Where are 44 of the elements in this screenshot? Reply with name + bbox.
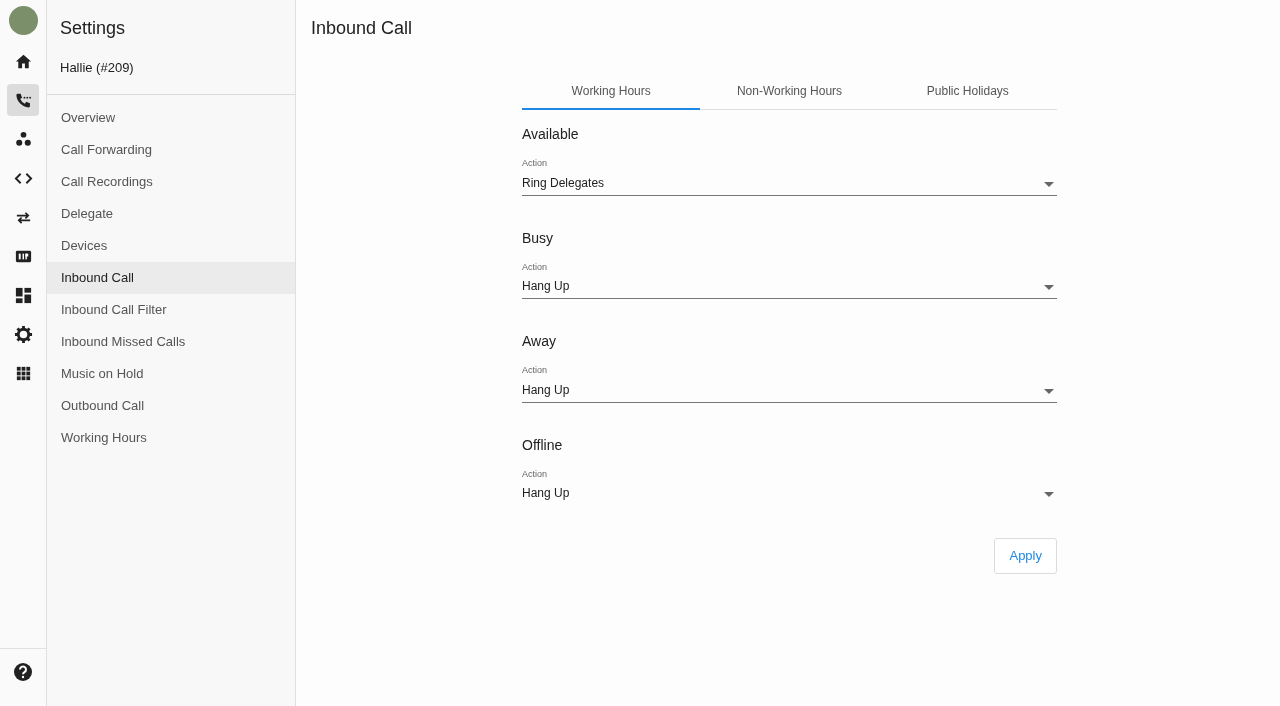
avatar[interactable] [8,6,38,35]
action-select[interactable]: Action Hang Up [522,467,1057,506]
field-value: Hang Up [522,381,570,399]
sidebar-item[interactable]: Inbound Call [47,261,295,294]
field-value: Ring Delegates [522,174,605,192]
sidebar-item[interactable]: Inbound Call Filter [47,293,295,326]
dropdown-caret-icon [1044,181,1054,187]
sidebar-item[interactable]: Call Recordings [47,165,295,198]
sidebar-item[interactable]: Devices [47,229,295,262]
apply-button[interactable]: Apply [994,538,1057,574]
action-select[interactable]: Action Hang Up [522,364,1057,403]
section-heading: Offline [522,435,564,455]
dropdown-caret-icon [1044,492,1054,497]
dashboard-icon [13,285,33,305]
page-title: Inbound Call [310,17,414,40]
settings-icon [13,324,33,344]
dropdown-caret-icon [1044,285,1054,290]
sidebar-item[interactable]: Working Hours [47,421,295,454]
sidebar-item[interactable]: Overview [47,101,295,134]
sidebar-item[interactable]: Inbound Missed Calls [47,325,295,358]
section-heading: Away [522,332,557,351]
section-heading: Busy [522,228,555,248]
field-value: Hang Up [522,485,570,502]
action-select[interactable]: Action Hang Up [522,260,1057,299]
sidebar-title: Settings [59,17,127,40]
field-label: Action [522,467,547,481]
tab[interactable]: Working Hours [522,74,701,110]
people-icon [13,129,33,149]
field-label: Action [522,364,547,377]
user-name: Hallie (#209) [47,42,295,95]
action-select[interactable]: Action Ring Delegates [522,157,1057,196]
dropdown-caret-icon [1044,388,1054,394]
sidebar-item[interactable]: Outbound Call [47,389,295,422]
phone-nav-button[interactable] [7,84,39,116]
field-value: Hang Up [522,278,570,295]
sidebar-item[interactable]: Call Forwarding [47,133,295,166]
sidebar-item[interactable]: Music on Hold [47,357,295,390]
tab[interactable]: Non-Working Hours [700,74,879,110]
field-label: Action [522,157,547,170]
sidebar-item[interactable]: Delegate [47,197,295,230]
field-label: Action [522,260,547,274]
help-icon[interactable] [13,662,33,682]
tab[interactable]: Public Holidays [878,74,1057,110]
section-heading: Available [522,125,580,144]
